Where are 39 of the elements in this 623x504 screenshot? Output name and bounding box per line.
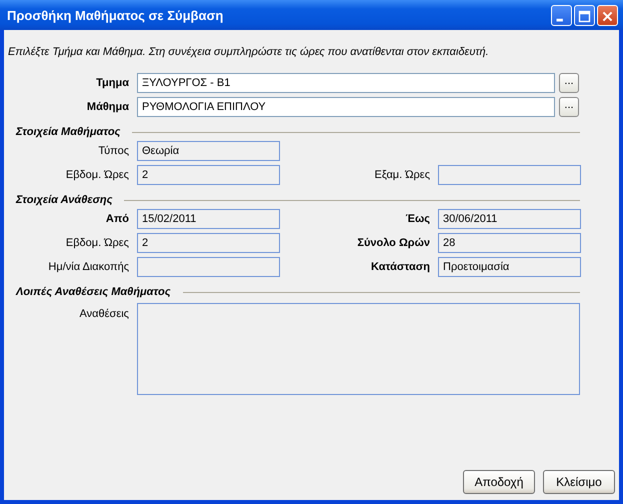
minimize-button[interactable] (551, 4, 572, 26)
browse-button[interactable]: ... (559, 97, 579, 117)
maximize-icon (578, 10, 590, 22)
input-field[interactable]: Προετοιμασία (438, 257, 581, 277)
close-button[interactable] (597, 4, 618, 26)
input-field[interactable]: ΡΥΘΜΟΛΟΓΙΑ ΕΠΙΠΛΟΥ (137, 97, 555, 117)
dialog-button[interactable]: Κλείσιμο (543, 470, 615, 494)
window-title: Προσθήκη Μαθήματος σε Σύμβαση (7, 8, 224, 22)
input-field[interactable]: 28 (438, 233, 581, 253)
input-field[interactable] (137, 257, 280, 277)
field-label: Τύπος (97, 145, 129, 157)
input-field[interactable]: 15/02/2011 (137, 209, 280, 229)
field-label: Εβδομ. Ώρες (64, 237, 129, 249)
input-field[interactable]: 2 (137, 165, 280, 185)
instruction-text: Επιλέξτε Τμήμα και Μάθημα. Στη συνέχεια συμπληρώστε τις ώρες που ανατίθενται στον εκπαιδευτή. (8, 46, 490, 58)
field-label: Ημ/νία Διακοπής (47, 261, 129, 273)
field-label: Έως (404, 213, 430, 225)
input-field[interactable] (438, 165, 581, 185)
field-label: Κατάσταση (370, 261, 430, 273)
maximize-button[interactable] (574, 4, 595, 26)
field-label: Από (104, 213, 129, 225)
input-field[interactable]: 2 (137, 233, 280, 253)
section-title: Στοιχεία Μαθήματος (16, 126, 120, 138)
field-label: Αναθέσεις (78, 308, 129, 320)
section-title: Στοιχεία Ανάθεσης (16, 194, 112, 206)
section-title: Λοιπές Αναθέσεις Μαθήματος (16, 286, 171, 298)
input-field[interactable]: 30/06/2011 (438, 209, 581, 229)
minimize-icon (556, 18, 563, 21)
field-label: Μάθημα (86, 101, 129, 113)
field-label: Εξαμ. Ώρες (373, 169, 430, 181)
browse-button[interactable]: ... (559, 73, 579, 93)
close-icon (602, 10, 613, 22)
assignments-list[interactable] (137, 303, 580, 395)
field-label: Σύνολο Ωρών (356, 237, 430, 249)
field-label: Εβδομ. Ώρες (64, 169, 129, 181)
dialog-button[interactable]: Αποδοχή (463, 470, 535, 494)
input-field[interactable]: ΞΥΛΟΥΡΓΟΣ - Β1 (137, 73, 555, 93)
field-label: Τμημα (95, 77, 129, 89)
input-field[interactable]: Θεωρία (137, 141, 280, 161)
